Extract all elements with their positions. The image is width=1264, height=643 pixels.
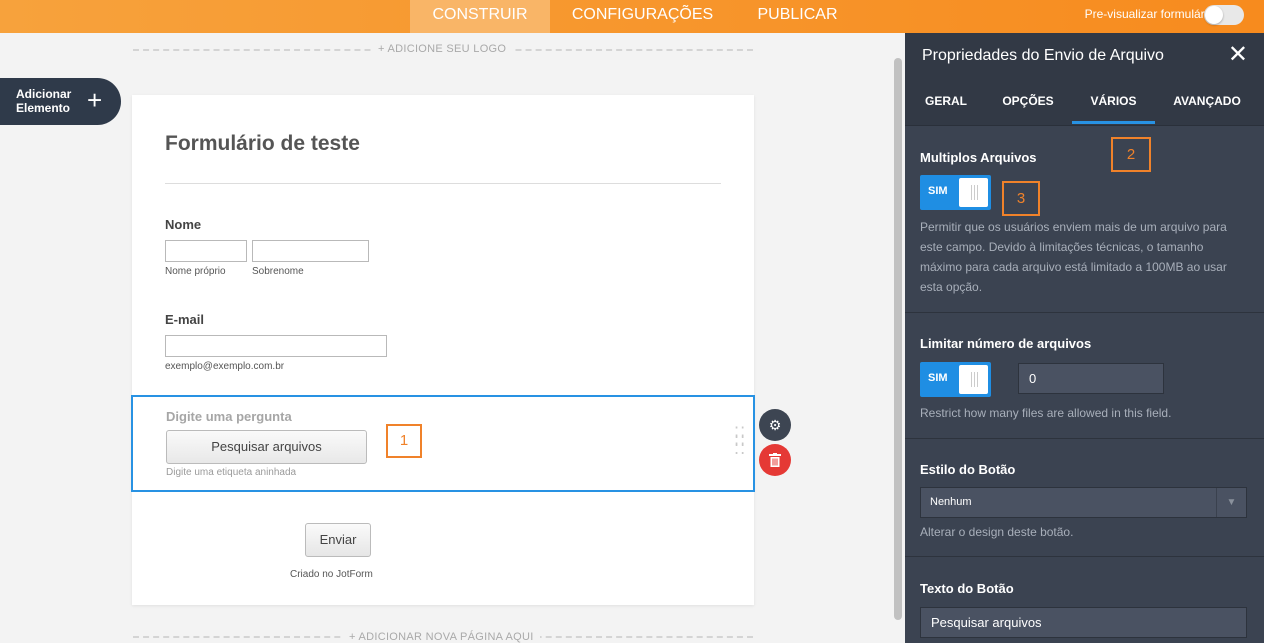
tab-publish[interactable]: PUBLICAR <box>735 0 860 33</box>
last-name-input[interactable] <box>252 240 369 262</box>
plus-icon: + <box>87 85 103 115</box>
annotation-marker-3: 3 <box>1002 181 1040 216</box>
form-card: Formulário de teste Nome Nome próprio So… <box>132 95 754 605</box>
tab-misc[interactable]: VÁRIOS <box>1072 79 1155 124</box>
toggle-knob <box>959 365 988 394</box>
annotation-marker-2: 2 <box>1111 137 1151 172</box>
tab-build[interactable]: CONSTRUIR <box>410 0 550 33</box>
tab-advanced[interactable]: AVANÇADO <box>1169 79 1245 124</box>
add-page-link[interactable]: + ADICIONAR NOVA PÁGINA AQUI <box>343 631 540 643</box>
button-text-section: Texto do Botão Pesquisar arquivos <box>905 558 1264 643</box>
top-bar: CONSTRUIR CONFIGURAÇÕES PUBLICAR Pre-vis… <box>0 0 1264 33</box>
created-by-text: Criado no JotForm <box>290 569 373 580</box>
add-element-label: Adicionar Elemento <box>16 87 71 115</box>
preview-label: Pre-visualizar formulário <box>1084 7 1214 21</box>
tab-general[interactable]: GERAL <box>915 79 977 124</box>
limit-files-title: Limitar número de arquivos <box>920 336 1092 351</box>
add-logo-link[interactable]: + ADICIONE SEU LOGO <box>372 43 513 55</box>
button-style-value: Nenhum <box>930 496 972 508</box>
button-style-select[interactable]: Nenhum ▼ <box>920 487 1247 518</box>
upload-sublabel[interactable]: Digite uma etiqueta aninhada <box>166 467 296 478</box>
properties-panel: Propriedades do Envio de Arquivo ✕ GERAL… <box>905 33 1264 643</box>
preview-toggle[interactable] <box>1204 5 1244 25</box>
first-name-input[interactable] <box>165 240 247 262</box>
toggle-knob <box>959 178 988 207</box>
button-style-section: Estilo do Botão Nenhum ▼ Alterar o desig… <box>905 440 1264 557</box>
limit-files-section: Limitar número de arquivos SIM 0 Restric… <box>905 314 1264 439</box>
trash-glyph <box>769 453 781 467</box>
limit-files-toggle[interactable]: SIM <box>920 362 991 397</box>
button-text-input[interactable]: Pesquisar arquivos <box>920 607 1247 638</box>
multiple-files-title: Multiplos Arquivos <box>920 150 1037 165</box>
canvas-scrollbar[interactable] <box>894 58 902 620</box>
button-style-description: Alterar o design deste botão. <box>920 525 1074 539</box>
multiple-files-description: Permitir que os usuários enviem mais de … <box>920 220 1227 294</box>
toggle-on-label: SIM <box>928 185 948 197</box>
panel-tabs: GERAL OPÇÕES VÁRIOS AVANÇADO <box>905 79 1264 126</box>
trash-icon[interactable] <box>759 444 791 476</box>
multiple-files-section: Multiplos Arquivos 2 SIM 3 Permitir que … <box>905 127 1264 313</box>
chevron-down-icon: ▼ <box>1216 488 1246 517</box>
add-element-line2: Elemento <box>16 101 71 115</box>
button-text-title: Texto do Botão <box>920 581 1014 596</box>
close-icon[interactable]: ✕ <box>1228 43 1248 67</box>
panel-header: Propriedades do Envio de Arquivo ✕ <box>905 33 1264 79</box>
last-name-sublabel: Sobrenome <box>252 266 304 277</box>
toggle-knob <box>1205 6 1223 24</box>
first-name-sublabel: Nome próprio <box>165 266 226 277</box>
gear-icon[interactable]: ⚙ <box>759 409 791 441</box>
tab-settings[interactable]: CONFIGURAÇÕES <box>560 0 725 33</box>
limit-files-description: Restrict how many files are allowed in t… <box>920 406 1172 420</box>
max-files-input[interactable]: 0 <box>1018 363 1164 394</box>
annotation-marker-1: 1 <box>386 424 422 458</box>
add-element-line1: Adicionar <box>16 87 72 101</box>
panel-title: Propriedades do Envio de Arquivo <box>922 47 1164 64</box>
browse-files-button[interactable]: Pesquisar arquivos <box>166 430 367 464</box>
upload-question-label[interactable]: Digite uma pergunta <box>166 409 292 424</box>
submit-button[interactable]: Enviar <box>305 523 371 557</box>
add-element-button[interactable]: Adicionar Elemento + <box>0 78 121 125</box>
form-title[interactable]: Formulário de teste <box>165 132 360 156</box>
email-sublabel: exemplo@exemplo.com.br <box>165 361 285 372</box>
toggle-on-label: SIM <box>928 372 948 384</box>
title-divider <box>165 183 721 184</box>
tab-options[interactable]: OPÇÕES <box>993 79 1063 124</box>
button-style-title: Estilo do Botão <box>920 462 1016 477</box>
name-label[interactable]: Nome <box>165 217 201 232</box>
email-input[interactable] <box>165 335 387 357</box>
file-upload-field[interactable]: Digite uma pergunta Pesquisar arquivos D… <box>131 395 755 492</box>
email-label[interactable]: E-mail <box>165 312 204 327</box>
drag-handle-icon[interactable]: ⁚⁚ ⁚⁚ ⁚⁚ <box>734 426 746 458</box>
multiple-files-toggle[interactable]: SIM <box>920 175 991 210</box>
